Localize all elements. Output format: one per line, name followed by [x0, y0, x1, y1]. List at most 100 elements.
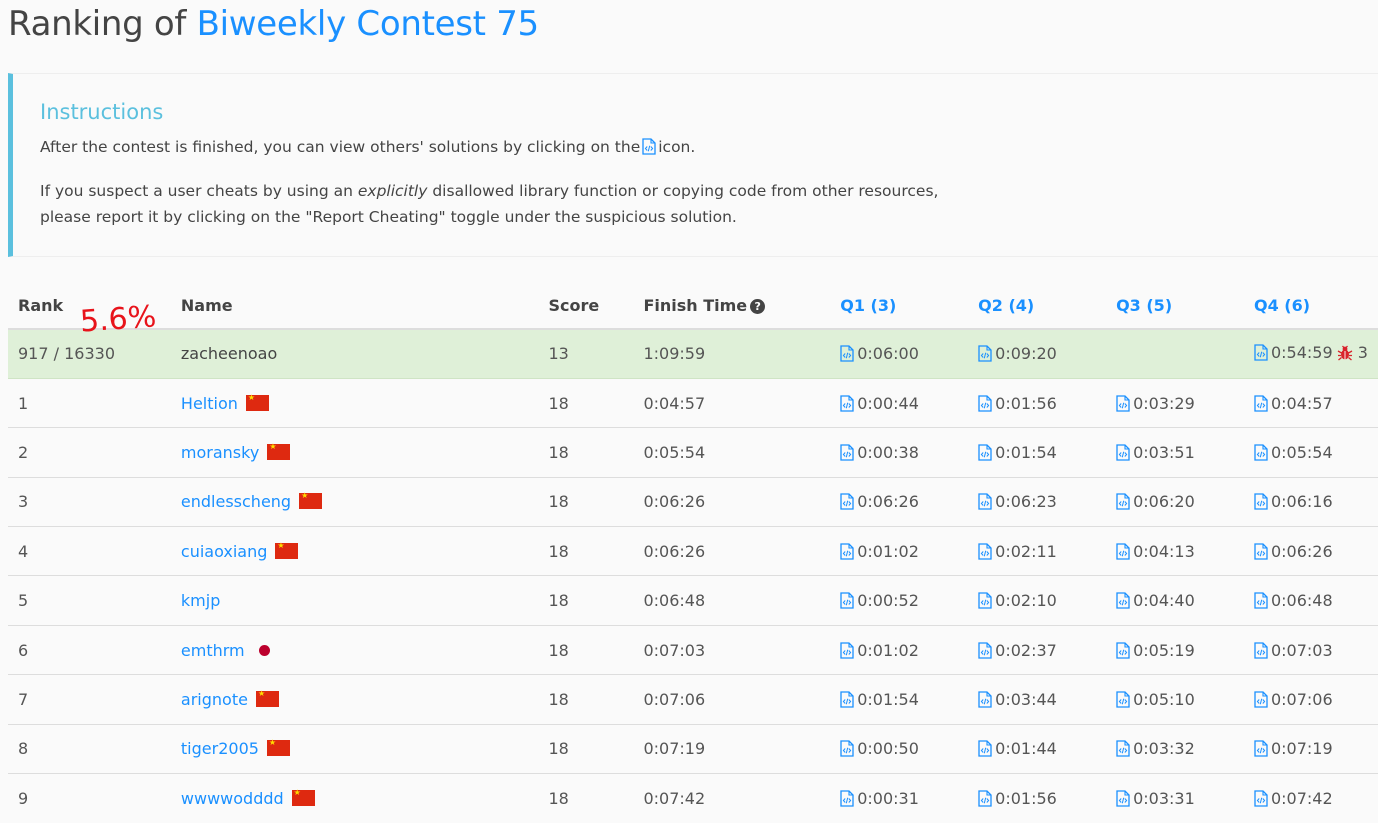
code-file-icon[interactable] — [1116, 641, 1130, 659]
q4-cell[interactable]: 0:06:48 — [1243, 575, 1378, 626]
user-link[interactable]: emthrm — [181, 641, 245, 660]
code-file-icon[interactable] — [840, 691, 854, 708]
q2-cell[interactable]: 0:01:56 — [968, 377, 1107, 428]
q1-cell[interactable]: 0:00:44 — [830, 377, 969, 428]
q3-cell[interactable]: 0:03:32 — [1106, 723, 1244, 774]
my-q4[interactable]: 0:54:59 3 — [1243, 327, 1378, 379]
q2-cell[interactable]: 0:01:54 — [968, 427, 1107, 478]
q2-cell[interactable]: 0:02:10 — [968, 575, 1107, 626]
code-file-icon[interactable] — [978, 740, 992, 757]
code-file-icon[interactable] — [1254, 691, 1268, 708]
code-file-icon[interactable] — [978, 543, 992, 560]
user-link[interactable]: moransky — [181, 443, 259, 462]
score-cell: 18 — [538, 624, 634, 675]
q1-cell[interactable]: 0:00:31 — [830, 773, 969, 823]
q2-cell[interactable]: 0:01:44 — [968, 723, 1107, 774]
q2-cell[interactable]: 0:03:44 — [968, 674, 1107, 725]
code-file-icon[interactable] — [1254, 543, 1268, 560]
code-file-icon[interactable] — [1116, 394, 1130, 412]
q1-cell[interactable]: 0:01:02 — [830, 526, 969, 576]
code-file-icon[interactable] — [1116, 444, 1130, 461]
q1-cell[interactable]: 0:01:54 — [830, 674, 969, 725]
code-file-icon[interactable] — [978, 790, 992, 807]
user-link[interactable]: wwwwodddd — [181, 789, 284, 808]
my-penalty: 3 — [1357, 342, 1368, 362]
col-q3[interactable]: Q3 (5) — [1106, 282, 1244, 330]
code-file-icon[interactable] — [978, 394, 992, 412]
q1-cell[interactable]: 0:01:02 — [830, 624, 969, 675]
instructions-line1-before: After the contest is finished, you can v… — [40, 138, 641, 156]
code-file-icon[interactable] — [1116, 740, 1130, 757]
q3-cell[interactable]: 0:05:10 — [1106, 674, 1244, 725]
code-file-icon[interactable] — [1254, 592, 1268, 609]
code-file-icon[interactable] — [840, 790, 854, 807]
code-file-icon[interactable] — [1254, 790, 1268, 807]
q4-cell[interactable]: 0:07:03 — [1243, 624, 1378, 675]
code-file-icon[interactable] — [840, 394, 854, 412]
q2-cell[interactable]: 0:02:11 — [968, 526, 1107, 576]
code-file-icon[interactable] — [840, 641, 854, 659]
col-q4[interactable]: Q4 (6) — [1243, 282, 1378, 330]
china-flag-icon — [275, 541, 299, 559]
user-link[interactable]: cuiaoxiang — [181, 542, 268, 561]
q2-cell[interactable]: 0:02:37 — [968, 624, 1107, 675]
code-file-icon[interactable] — [1254, 493, 1268, 511]
user-link[interactable]: tiger2005 — [181, 739, 259, 758]
code-file-icon[interactable] — [1254, 444, 1268, 461]
code-file-icon[interactable] — [1254, 641, 1268, 659]
code-file-icon[interactable] — [978, 691, 992, 708]
q4-cell[interactable]: 0:05:54 — [1243, 427, 1378, 478]
q4-cell[interactable]: 0:06:26 — [1243, 526, 1378, 576]
user-link[interactable]: Heltion — [181, 394, 238, 413]
q1-cell[interactable]: 0:06:26 — [830, 476, 969, 527]
user-link[interactable]: kmjp — [181, 591, 220, 610]
q4-cell[interactable]: 0:07:19 — [1243, 723, 1378, 774]
code-file-icon[interactable] — [1116, 592, 1130, 609]
q2-time: 0:02:10 — [995, 591, 1057, 611]
code-file-icon[interactable] — [1116, 691, 1130, 708]
code-file-icon[interactable] — [840, 592, 854, 609]
user-link[interactable]: endlesscheng — [181, 492, 291, 511]
q2-time: 0:01:44 — [995, 739, 1057, 759]
code-file-icon[interactable] — [978, 641, 992, 659]
q4-cell[interactable]: 0:04:57 — [1243, 377, 1378, 428]
q4-cell[interactable]: 0:07:06 — [1243, 674, 1378, 725]
q4-cell[interactable]: 0:07:42 — [1243, 773, 1378, 823]
code-file-icon[interactable] — [978, 345, 992, 363]
code-file-icon[interactable] — [978, 592, 992, 609]
q3-cell[interactable]: 0:03:51 — [1106, 427, 1244, 478]
code-file-icon[interactable] — [1116, 543, 1130, 560]
col-q1[interactable]: Q1 (3) — [830, 282, 969, 330]
contest-name[interactable]: Biweekly Contest 75 — [197, 4, 540, 44]
q4-cell[interactable]: 0:06:16 — [1243, 476, 1378, 527]
q3-cell[interactable]: 0:05:19 — [1106, 624, 1244, 675]
q3-cell[interactable]: 0:04:13 — [1106, 526, 1244, 576]
q3-cell[interactable]: 0:03:29 — [1106, 377, 1244, 428]
my-q2[interactable]: 0:09:20 — [968, 327, 1107, 379]
code-file-icon[interactable] — [1254, 344, 1268, 361]
q1-cell[interactable]: 0:00:38 — [830, 427, 969, 478]
user-link[interactable]: arignote — [181, 690, 248, 709]
question-circle-icon[interactable]: ? — [750, 298, 766, 314]
code-file-icon[interactable] — [1116, 493, 1130, 511]
q1-cell[interactable]: 0:00:50 — [830, 723, 969, 774]
col-q2[interactable]: Q2 (4) — [968, 282, 1107, 330]
q1-cell[interactable]: 0:00:52 — [830, 575, 969, 626]
code-file-icon[interactable] — [840, 444, 854, 461]
q3-cell[interactable]: 0:04:40 — [1106, 575, 1244, 626]
my-q1[interactable]: 0:06:00 — [830, 327, 969, 379]
code-file-icon[interactable] — [840, 345, 854, 363]
code-file-icon[interactable] — [978, 493, 992, 511]
code-file-icon[interactable] — [1254, 740, 1268, 757]
q2-cell[interactable]: 0:06:23 — [968, 476, 1107, 527]
code-file-icon[interactable] — [840, 543, 854, 560]
code-file-icon[interactable] — [840, 493, 854, 511]
q3-cell[interactable]: 0:06:20 — [1106, 476, 1244, 527]
code-file-icon[interactable] — [1254, 394, 1268, 412]
rank-cell: 4 — [8, 526, 171, 576]
code-file-icon[interactable] — [978, 444, 992, 461]
code-file-icon[interactable] — [840, 740, 854, 757]
q3-cell[interactable]: 0:03:31 — [1106, 773, 1244, 823]
code-file-icon[interactable] — [1116, 790, 1130, 807]
q2-cell[interactable]: 0:01:56 — [968, 773, 1107, 823]
